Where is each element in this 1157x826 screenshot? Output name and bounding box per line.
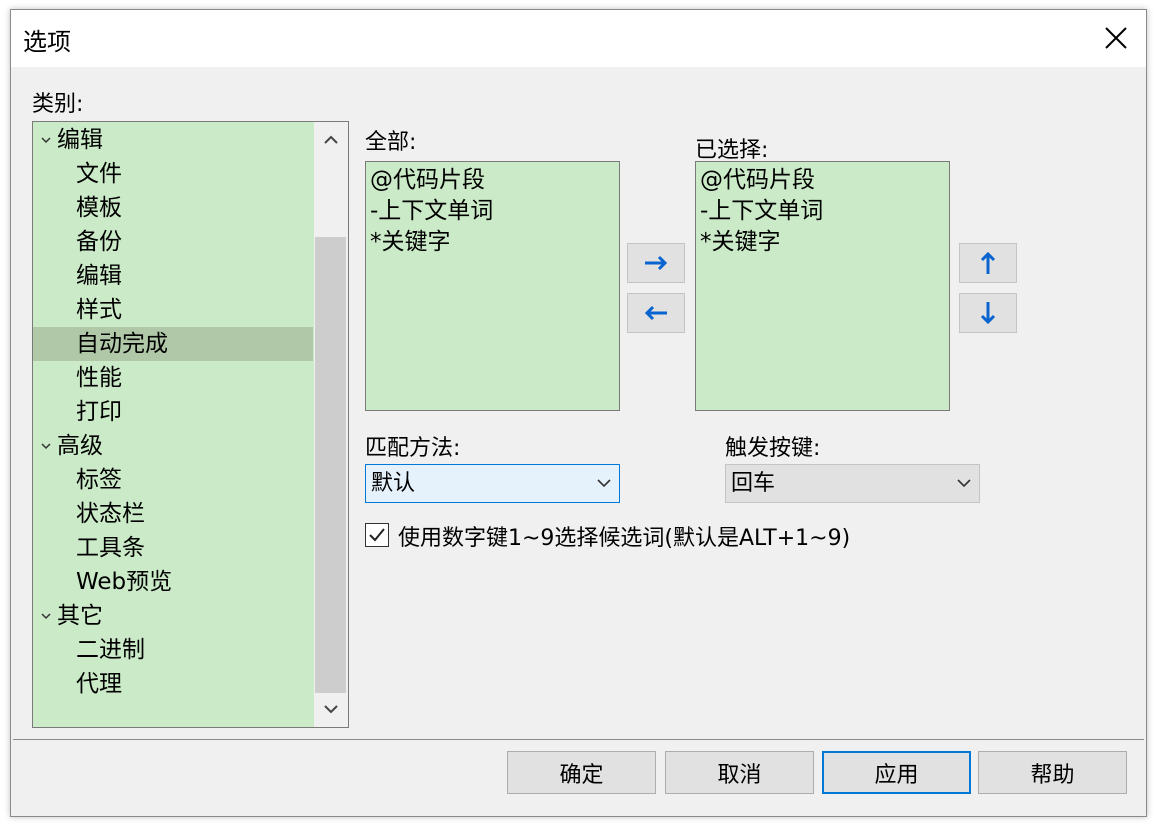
tree-item-label: 编辑 [76, 263, 122, 289]
scroll-down-button[interactable] [314, 691, 348, 727]
tree-item-label: 工具条 [76, 535, 145, 561]
list-item[interactable]: @代码片段 [700, 165, 815, 196]
tree-item-label: 备份 [76, 229, 122, 255]
trigger-key-select[interactable]: 回车 [725, 464, 980, 503]
remove-item-button[interactable] [627, 293, 685, 333]
chevron-down-icon[interactable] [39, 123, 53, 157]
selected-listbox[interactable]: @代码片段 -上下文单词 *关键字 [695, 161, 950, 411]
tree-item[interactable]: 标签 [33, 463, 313, 497]
tree-item[interactable]: 模板 [33, 191, 313, 225]
list-item[interactable]: -上下文单词 [700, 196, 823, 227]
arrow-right-icon [645, 255, 668, 271]
chevron-down-icon [957, 479, 971, 488]
arrow-left-icon [644, 305, 667, 321]
trigger-key-value: 回车 [731, 471, 776, 496]
trigger-key-label: 触发按键: [725, 436, 821, 461]
dialog-title: 选项 [23, 28, 71, 56]
tree-item[interactable]: 自动完成 [33, 327, 313, 361]
category-tree[interactable]: 编辑 文件 模板 备份 编辑 样式 自动完成 性能 打印 高级 标签 状态栏 工具条 Web预览 其它 二进制… [32, 121, 349, 728]
cancel-button[interactable]: 取消 [665, 751, 814, 794]
footer-divider [13, 739, 1144, 740]
tree-item-label: 自动完成 [76, 331, 168, 357]
all-listbox[interactable]: @代码片段 -上下文单词 *关键字 [365, 161, 620, 411]
tree-group-item[interactable]: 编辑 [33, 123, 313, 157]
tree-item-label: 高级 [57, 433, 103, 459]
tree-item[interactable]: 编辑 [33, 259, 313, 293]
tree-item[interactable]: 状态栏 [33, 497, 313, 531]
match-method-label: 匹配方法: [365, 436, 461, 461]
apply-button[interactable]: 应用 [822, 751, 971, 794]
add-item-button[interactable] [627, 243, 685, 283]
selected-list-label: 已选择: [695, 138, 769, 163]
help-button[interactable]: 帮助 [978, 751, 1127, 794]
list-item[interactable]: -上下文单词 [370, 196, 493, 227]
close-icon [1105, 27, 1127, 49]
match-method-value: 默认 [371, 471, 416, 496]
tree-group-item[interactable]: 其它 [33, 599, 313, 633]
tree-item-label: 样式 [76, 297, 122, 323]
all-list-label: 全部: [365, 130, 417, 155]
chevron-down-icon [324, 705, 338, 714]
scroll-up-button[interactable] [314, 122, 348, 158]
scrollbar-thumb[interactable] [315, 237, 346, 693]
list-item[interactable]: *关键字 [700, 227, 781, 258]
tree-item[interactable]: 性能 [33, 361, 313, 395]
tree-item-label: 状态栏 [76, 501, 145, 527]
category-label: 类别: [32, 92, 84, 117]
match-method-select[interactable]: 默认 [365, 464, 620, 503]
category-scrollbar[interactable] [314, 122, 348, 727]
chevron-down-icon[interactable] [39, 599, 53, 633]
tree-item[interactable]: Web预览 [33, 565, 313, 599]
options-dialog: 选项 类别: 编辑 文件 模板 备份 编辑 样式 自动完成 性能 打印 高级 标签 状态栏 工具条 Web… [10, 9, 1147, 817]
move-up-button[interactable] [959, 243, 1017, 283]
tree-group-item[interactable]: 高级 [33, 429, 313, 463]
tree-item[interactable]: 样式 [33, 293, 313, 327]
tree-item-label: 编辑 [57, 127, 103, 153]
tree-item[interactable]: 二进制 [33, 633, 313, 667]
close-button[interactable] [1098, 20, 1134, 56]
number-key-checkbox[interactable] [365, 523, 389, 547]
tree-item-label: 标签 [76, 467, 122, 493]
tree-item-label: 打印 [76, 399, 122, 425]
tree-item-label: 二进制 [76, 637, 145, 663]
tree-item[interactable]: 文件 [33, 157, 313, 191]
list-item[interactable]: *关键字 [370, 227, 451, 258]
tree-item[interactable]: 备份 [33, 225, 313, 259]
list-item[interactable]: @代码片段 [370, 165, 485, 196]
checkmark-icon [369, 528, 385, 542]
title-bar: 选项 [11, 10, 1146, 67]
tree-item-label: 性能 [76, 365, 122, 391]
tree-item-label: Web预览 [76, 569, 173, 595]
chevron-down-icon [597, 479, 611, 488]
tree-item-label: 其它 [57, 603, 103, 629]
arrow-down-icon [980, 302, 996, 325]
tree-item-label: 模板 [76, 195, 122, 221]
move-down-button[interactable] [959, 293, 1017, 333]
ok-button[interactable]: 确定 [507, 751, 656, 794]
tree-item[interactable]: 打印 [33, 395, 313, 429]
tree-item[interactable]: 代理 [33, 667, 313, 701]
tree-item[interactable]: 工具条 [33, 531, 313, 565]
tree-item-label: 代理 [76, 671, 122, 697]
chevron-up-icon [324, 135, 338, 144]
tree-item-label: 文件 [76, 161, 122, 187]
arrow-up-icon [980, 251, 996, 274]
chevron-down-icon[interactable] [39, 429, 53, 463]
number-key-label: 使用数字键1~9选择候选词(默认是ALT+1~9) [398, 526, 851, 551]
